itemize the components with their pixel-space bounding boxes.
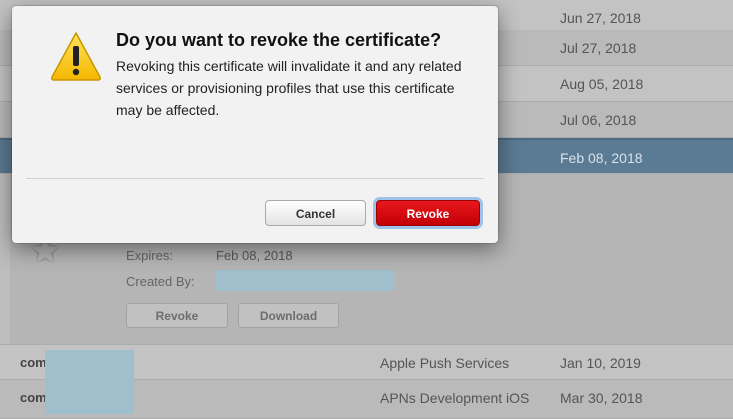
row-expiration-date: Aug 05, 2018	[560, 76, 644, 92]
row-name: com	[20, 355, 47, 370]
row-expiration-date: Jul 06, 2018	[560, 112, 637, 128]
row-expiration-date: Mar 30, 2018	[560, 390, 643, 406]
warning-icon	[51, 32, 101, 81]
row-expiration-date: Jun 27, 2018	[560, 10, 641, 26]
cancel-button[interactable]: Cancel	[265, 200, 366, 226]
row-name: com	[20, 390, 47, 405]
detail-revoke-button[interactable]: Revoke	[126, 303, 228, 328]
row-type: APNs Development iOS	[380, 390, 530, 406]
row-expiration-date: Jan 10, 2019	[560, 355, 641, 371]
revoke-button[interactable]: Revoke	[376, 200, 480, 226]
detail-download-button[interactable]: Download	[238, 303, 339, 328]
expires-label: Expires:	[126, 248, 173, 263]
dialog-message: Revoking this certificate will invalidat…	[116, 58, 462, 118]
dialog-divider	[26, 178, 484, 179]
redacted-created-by	[216, 270, 394, 291]
row-expiration-date: Jul 27, 2018	[560, 40, 637, 56]
created-by-label: Created By:	[126, 274, 195, 289]
row-expiration-date: Feb 08, 2018	[560, 150, 643, 166]
dialog-title: Do you want to revoke the certificate?	[116, 30, 442, 50]
redacted-identifier	[45, 350, 134, 414]
row-type: Apple Push Services	[380, 355, 510, 371]
expires-value: Feb 08, 2018	[216, 248, 293, 263]
revoke-confirmation-dialog: Do you want to revoke the certificate? R…	[12, 6, 498, 243]
